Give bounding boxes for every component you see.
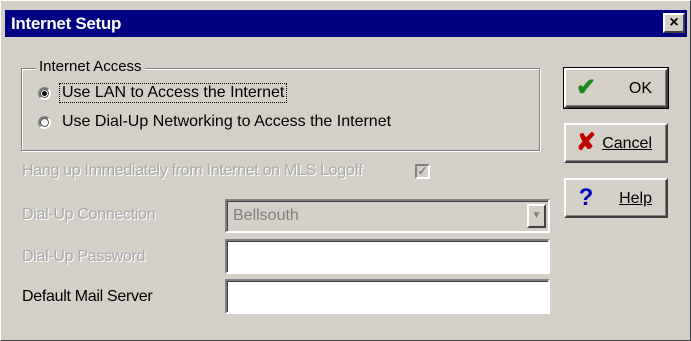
chevron-down-icon: ▼ <box>531 210 542 221</box>
dialup-connection-value: Bellsouth <box>233 207 299 224</box>
dialup-password-field[interactable] <box>225 239 550 274</box>
ok-button[interactable]: ✔ OK <box>563 67 669 109</box>
dialog-window: Internet Setup × Internet Access Use LAN… <box>0 0 691 341</box>
question-icon: ? <box>578 184 594 211</box>
mail-server-label: Default Mail Server <box>22 288 153 305</box>
ok-button-label: OK <box>628 80 652 97</box>
close-button[interactable]: × <box>663 13 685 33</box>
mail-server-field[interactable] <box>225 279 550 314</box>
radio-use-lan[interactable]: Use LAN to Access the Internet <box>38 83 288 103</box>
radio-use-dialup[interactable]: Use Dial-Up Networking to Access the Int… <box>38 113 391 131</box>
hangup-label: Hang up Immediately from Internet on MLS… <box>22 162 363 179</box>
cancel-button-label: Cancel <box>602 135 652 152</box>
group-legend: Internet Access <box>36 58 145 75</box>
dialog-title: Internet Setup <box>11 14 122 33</box>
check-icon: ✓ <box>417 164 428 178</box>
help-button[interactable]: ? Help <box>564 178 668 218</box>
radio-button-lan[interactable] <box>38 86 51 100</box>
radio-label-dialup: Use Dial-Up Networking to Access the Int… <box>62 113 392 130</box>
x-icon: ✘ <box>575 129 597 156</box>
radio-label-lan: Use LAN to Access the Internet <box>59 83 288 103</box>
checkmark-icon: ✔ <box>575 74 597 101</box>
help-button-label: Help <box>619 190 652 207</box>
dropdown-button[interactable]: ▼ <box>527 204 546 228</box>
dialup-password-label: Dial-Up Password <box>22 248 146 265</box>
internet-access-group: Internet Access Use LAN to Access the In… <box>21 58 540 151</box>
title-bar[interactable]: Internet Setup × <box>5 10 687 37</box>
radio-button-dialup[interactable] <box>38 115 51 129</box>
dialup-connection-label: Dial-Up Connection <box>22 206 156 223</box>
hangup-checkbox[interactable]: ✓ <box>415 164 430 179</box>
dialup-connection-select[interactable]: Bellsouth ▼ <box>225 199 550 233</box>
cancel-button[interactable]: ✘ Cancel <box>564 123 668 163</box>
close-icon: × <box>669 14 679 31</box>
